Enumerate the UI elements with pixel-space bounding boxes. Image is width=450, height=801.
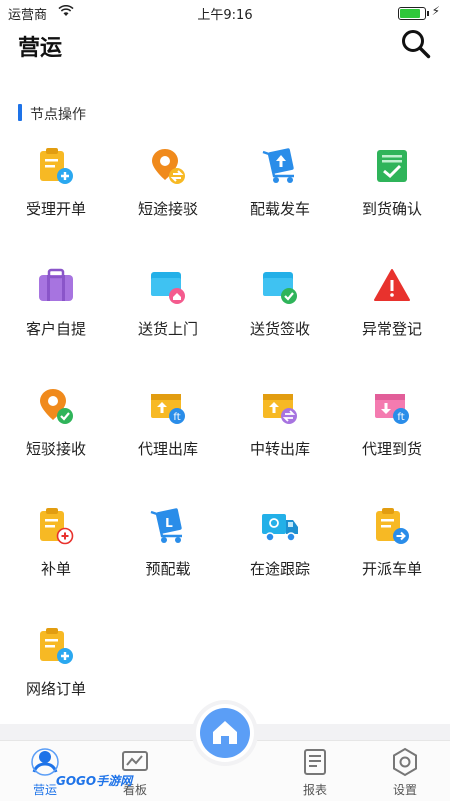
truck-icon [262,514,298,542]
home-icon [213,721,237,744]
grid-item-label: 配载发车 [249,200,310,218]
folder-home-icon [151,272,185,304]
grid-item-label: 送货签收 [249,320,310,338]
clipboard-add-icon [40,628,73,664]
grid-item-agent-arrival[interactable]: ft 代理到货 [336,380,448,470]
tab-board[interactable]: 看板 [90,741,180,801]
grid-item-label: 代理到货 [361,440,422,458]
tab-label: 设置 [392,783,417,797]
location-swap-icon [152,149,185,184]
status-bar: 运营商 上午9:16 ⚡ [0,0,450,24]
box-out-icon: ft [151,394,185,424]
cart-load-icon [262,148,294,183]
tab-settings[interactable]: 设置 [360,741,450,801]
section-accent-bar [18,104,22,121]
report-icon [304,749,326,775]
grid-item-label: 异常登记 [361,320,422,338]
svg-text:ft: ft [397,412,404,423]
box-transfer-icon [263,394,297,424]
battery-icon [398,7,429,20]
watermark: GOGO手游网 [56,774,133,788]
box-in-icon: ft [375,394,409,424]
grid-item-short-receive[interactable]: 短驳接收 [0,380,112,470]
grid-item-delivery-sign[interactable]: 送货签收 [224,260,336,350]
page-title: 营运 [18,36,63,61]
grid-item-home-delivery[interactable]: 送货上门 [112,260,224,350]
grid-item-arrival-confirm[interactable]: 到货确认 [336,140,448,230]
grid-item-label: 客户自提 [25,320,86,338]
grid-item-load-dispatch[interactable]: 配载发车 [224,140,336,230]
tab-report[interactable]: 报表 [270,741,360,801]
clock: 上午9:16 [197,8,253,23]
grid-item-label: 开派车单 [361,560,422,578]
suitcase-icon [39,268,73,301]
grid-item-label: 代理出库 [137,440,198,458]
svg-text:L: L [165,516,173,530]
grid-item-accept-order[interactable]: 受理开单 [0,140,112,230]
grid-item-transfer-outbound[interactable]: 中转出库 [224,380,336,470]
folder-check-icon [263,272,297,304]
clipboard-add-icon [40,148,73,184]
grid-item-label: 中转出库 [249,440,310,458]
search-icon[interactable] [400,28,432,60]
grid-item-exception-register[interactable]: 异常登记 [336,260,448,350]
grid-item-label: 受理开单 [25,200,86,218]
cart-preload-icon: L [150,508,182,543]
tab-operations[interactable]: 营运 [0,741,90,801]
settings-icon [393,747,417,777]
clipboard-arrow-icon [376,508,409,544]
grid-item-customer-pickup[interactable]: 客户自提 [0,260,112,350]
grid-item-in-transit-tracking[interactable]: 在途跟踪 [224,500,336,590]
grid-item-network-order[interactable]: 网络订单 [0,620,112,710]
grid-item-label: 在途跟踪 [249,560,310,578]
home-button[interactable] [196,704,254,762]
grid-item-label: 预配载 [145,560,191,578]
svg-text:ft: ft [173,412,180,423]
grid-item-label: 短途接驳 [137,200,198,218]
list-check-icon [377,150,407,182]
section-title: 节点操作 [30,107,86,123]
nav-bar: 营运 [0,24,450,68]
grid-item-short-transfer[interactable]: 短途接驳 [112,140,224,230]
tab-label: 报表 [302,783,327,797]
grid-item-dispatch-order[interactable]: 开派车单 [336,500,448,590]
grid-item-label: 补单 [40,560,71,578]
grid-item-label: 网络订单 [25,680,86,698]
warning-icon [374,269,410,301]
grid-item-pre-load[interactable]: L 预配载 [112,500,224,590]
clipboard-plus-icon [40,508,74,545]
grid-item-label: 短驳接收 [25,440,86,458]
charging-icon: ⚡ [431,4,440,18]
grid-item-label: 送货上门 [137,320,198,338]
grid-item-supplement-order[interactable]: 补单 [0,500,112,590]
location-check-icon [40,389,73,424]
grid-item-label: 到货确认 [361,200,422,218]
grid-item-agent-outbound[interactable]: ft 代理出库 [112,380,224,470]
